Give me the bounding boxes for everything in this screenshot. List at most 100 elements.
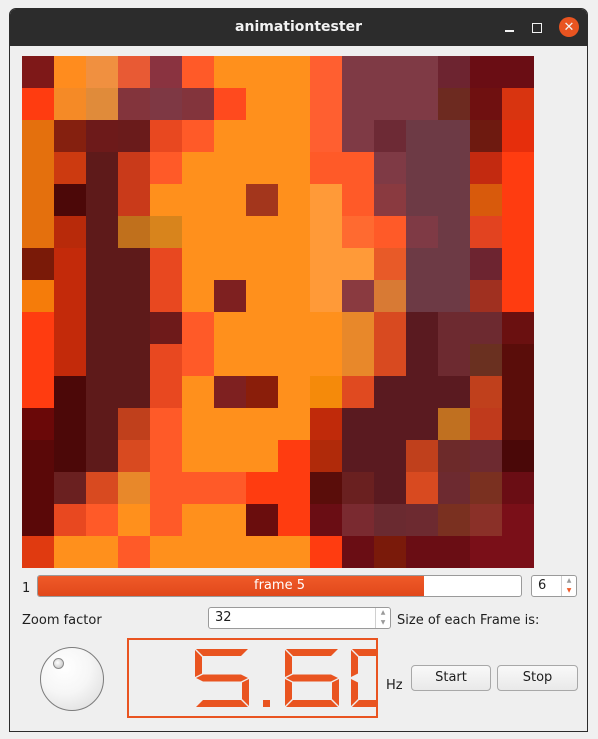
frame-pixel	[86, 280, 119, 313]
zoom-factor-spinbox[interactable]: 32 ▲ ▼	[208, 607, 391, 629]
frame-pixel	[22, 248, 55, 281]
frame-pixel	[310, 312, 343, 345]
frame-pixel	[278, 120, 311, 153]
frame-pixel	[374, 504, 407, 537]
frame-pixel	[54, 312, 87, 345]
frame-pixel	[54, 472, 87, 505]
frame-pixel	[374, 312, 407, 345]
frame-pixel	[86, 88, 119, 121]
frame-count-spinbox[interactable]: 6 ▲ ▼	[531, 575, 577, 597]
frame-pixel	[86, 472, 119, 505]
frame-pixel	[374, 120, 407, 153]
frame-pixel	[470, 440, 503, 473]
frame-pixel	[406, 376, 439, 409]
close-button[interactable]: ✕	[559, 17, 579, 37]
frame-pixel	[214, 120, 247, 153]
frame-pixel	[22, 536, 55, 568]
frame-pixel	[470, 472, 503, 505]
frame-pixel	[406, 248, 439, 281]
frame-pixel	[214, 88, 247, 121]
frame-pixel	[182, 120, 215, 153]
frame-pixel	[438, 216, 471, 249]
spin-up-icon[interactable]: ▲	[376, 608, 390, 618]
frame-pixel	[374, 376, 407, 409]
frame-pixel	[54, 376, 87, 409]
frame-pixel	[118, 472, 151, 505]
frame-pixel	[86, 408, 119, 441]
frame-pixel	[182, 216, 215, 249]
frame-pixel	[278, 440, 311, 473]
frame-pixel	[118, 376, 151, 409]
frame-pixel	[278, 472, 311, 505]
frame-pixel	[342, 216, 375, 249]
frame-pixel	[310, 408, 343, 441]
frame-pixel	[502, 344, 534, 377]
frame-pixel	[470, 504, 503, 537]
frame-pixel	[86, 504, 119, 537]
frame-pixel	[22, 56, 55, 89]
frame-pixel	[406, 472, 439, 505]
frame-pixel	[502, 536, 534, 568]
lcd-segment	[285, 650, 292, 677]
frame-pixel	[54, 344, 87, 377]
lcd-segment	[242, 679, 249, 706]
frequency-lcd-display	[127, 638, 378, 718]
frame-pixel	[470, 88, 503, 121]
frame-progress-bar[interactable]: frame 5	[37, 575, 522, 597]
frame-pixel	[438, 120, 471, 153]
frame-pixel	[214, 408, 247, 441]
frame-pixel	[502, 440, 534, 473]
frame-pixel	[374, 248, 407, 281]
frame-pixel	[214, 376, 247, 409]
spin-up-icon[interactable]: ▲	[562, 576, 576, 586]
frame-pixel	[22, 344, 55, 377]
frame-pixel	[310, 472, 343, 505]
frame-pixel	[150, 440, 183, 473]
spin-down-icon[interactable]: ▼	[562, 586, 576, 596]
frame-count-arrows: ▲ ▼	[561, 576, 576, 596]
frame-pixel	[150, 536, 183, 568]
frame-pixel	[278, 248, 311, 281]
frame-pixel	[246, 184, 279, 217]
spin-down-icon[interactable]: ▼	[376, 618, 390, 628]
frame-pixel	[246, 408, 279, 441]
frame-pixel	[22, 120, 55, 153]
frame-pixel	[118, 56, 151, 89]
frame-pixel	[182, 344, 215, 377]
app-window: animationtester ✕ 1 frame 5 6 ▲ ▼ Zoom f…	[9, 8, 588, 732]
minimize-button[interactable]	[498, 17, 520, 39]
frame-pixel	[182, 312, 215, 345]
stop-button[interactable]: Stop	[497, 665, 578, 691]
maximize-button[interactable]	[526, 17, 548, 39]
frame-pixel	[246, 312, 279, 345]
frame-pixel	[342, 56, 375, 89]
start-button[interactable]: Start	[411, 665, 491, 691]
frame-pixel	[214, 184, 247, 217]
maximize-icon	[532, 23, 542, 33]
speed-dial[interactable]	[40, 647, 104, 711]
frame-pixel	[150, 184, 183, 217]
frame-pixel	[374, 280, 407, 313]
frame-pixel	[374, 344, 407, 377]
frame-pixel	[374, 440, 407, 473]
frame-pixel	[406, 440, 439, 473]
frame-pixel	[182, 88, 215, 121]
frame-pixel	[54, 440, 87, 473]
minimize-icon	[504, 30, 514, 32]
frame-pixel	[502, 472, 534, 505]
frame-pixel	[406, 344, 439, 377]
frame-pixel	[406, 184, 439, 217]
frame-pixel	[22, 184, 55, 217]
frame-pixel	[278, 152, 311, 185]
frame-count-value: 6	[538, 578, 547, 593]
frame-pixel	[374, 184, 407, 217]
frame-pixel	[502, 88, 534, 121]
lcd-decimal-point	[263, 700, 270, 707]
frame-pixel	[310, 216, 343, 249]
frame-pixel	[502, 248, 534, 281]
frame-pixel	[54, 120, 87, 153]
frame-pixel	[310, 248, 343, 281]
frame-pixel	[182, 184, 215, 217]
frame-pixel	[406, 536, 439, 568]
frame-pixel	[342, 376, 375, 409]
